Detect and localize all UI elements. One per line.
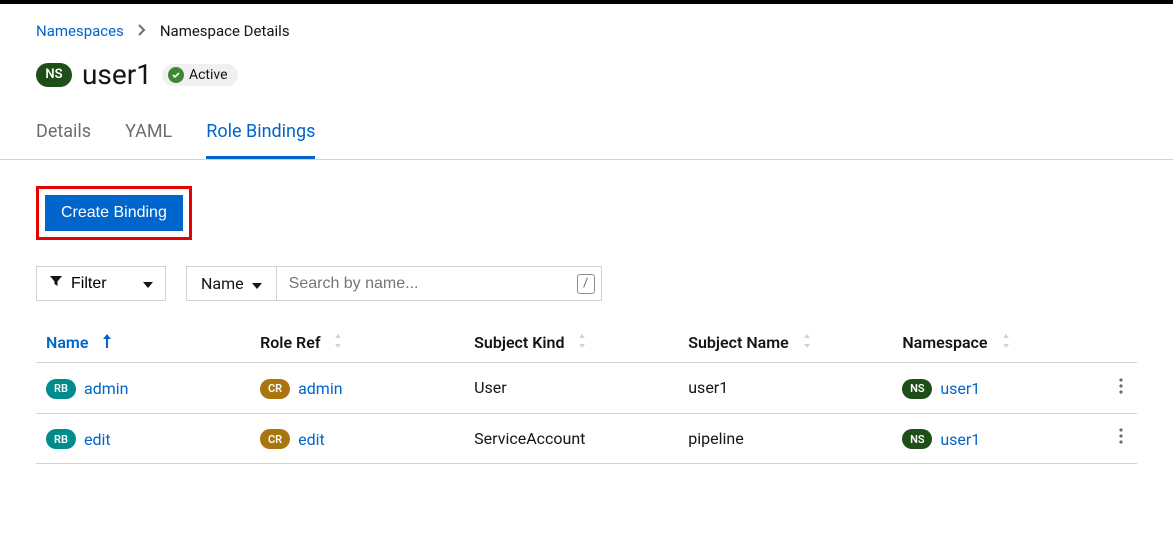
tabs: Details YAML Role Bindings <box>0 111 1173 160</box>
sort-icon <box>578 333 586 352</box>
column-label: Namespace <box>902 333 987 352</box>
namespace-link[interactable]: user1 <box>940 430 980 449</box>
column-header-subject-name[interactable]: Subject Name <box>678 321 892 363</box>
rolebinding-link[interactable]: admin <box>84 379 128 398</box>
namespace-badge: NS <box>36 63 72 87</box>
caret-down-icon <box>143 275 153 293</box>
tab-role-bindings[interactable]: Role Bindings <box>206 111 315 159</box>
kebab-menu-icon[interactable] <box>1119 429 1123 448</box>
filter-dropdown[interactable]: Filter <box>36 266 166 301</box>
search-group: Name / <box>186 266 602 301</box>
namespace-badge: NS <box>902 429 932 449</box>
subject-name-cell: user1 <box>678 363 892 414</box>
column-label: Name <box>46 333 88 352</box>
namespace-link[interactable]: user1 <box>940 379 980 398</box>
page-title: user1 <box>82 58 152 91</box>
tab-details[interactable]: Details <box>36 111 91 159</box>
tab-yaml[interactable]: YAML <box>125 111 172 159</box>
caret-down-icon <box>252 274 262 293</box>
column-header-namespace[interactable]: Namespace <box>892 321 1096 363</box>
subject-kind-cell: ServiceAccount <box>464 413 678 464</box>
create-binding-button[interactable]: Create Binding <box>45 195 183 231</box>
rolebinding-badge: RB <box>46 379 76 399</box>
status-badge: Active <box>162 64 238 86</box>
kebab-menu-icon[interactable] <box>1119 379 1123 398</box>
sort-icon <box>1002 333 1010 352</box>
filter-label: Filter <box>71 275 107 293</box>
search-type-label: Name <box>201 274 244 293</box>
search-type-dropdown[interactable]: Name <box>187 267 277 300</box>
column-header-actions <box>1096 321 1137 363</box>
column-label: Subject Name <box>688 333 789 352</box>
roleref-link[interactable]: edit <box>298 430 325 449</box>
table-row: RB edit CR edit ServiceAccount pipeline … <box>36 413 1137 464</box>
highlight-annotation: Create Binding <box>36 186 192 240</box>
filter-icon <box>49 274 63 293</box>
rolebinding-link[interactable]: edit <box>84 430 111 449</box>
chevron-right-icon <box>136 22 148 40</box>
clusterrole-badge: CR <box>260 379 290 399</box>
subject-kind-cell: User <box>464 363 678 414</box>
role-bindings-table: Name Role Ref Subject Kind <box>36 321 1137 464</box>
sort-asc-icon <box>102 333 112 352</box>
toolbar: Filter Name / <box>36 266 1137 301</box>
breadcrumb-current: Namespace Details <box>160 22 290 40</box>
check-circle-icon <box>168 67 184 83</box>
column-label: Role Ref <box>260 333 320 352</box>
search-input[interactable] <box>277 267 577 300</box>
breadcrumb-root-link[interactable]: Namespaces <box>36 22 124 40</box>
column-header-subject-kind[interactable]: Subject Kind <box>464 321 678 363</box>
roleref-link[interactable]: admin <box>298 379 342 398</box>
clusterrole-badge: CR <box>260 429 290 449</box>
sort-icon <box>803 333 811 352</box>
subject-name-cell: pipeline <box>678 413 892 464</box>
rolebinding-badge: RB <box>46 429 76 449</box>
sort-icon <box>334 333 342 352</box>
keyboard-shortcut-hint: / <box>577 274 595 294</box>
namespace-badge: NS <box>902 379 932 399</box>
column-header-roleref[interactable]: Role Ref <box>250 321 464 363</box>
status-text: Active <box>189 67 228 83</box>
table-row: RB admin CR admin User user1 NS user1 <box>36 363 1137 414</box>
breadcrumb: Namespaces Namespace Details <box>36 22 1137 40</box>
page-title-row: NS user1 Active <box>36 58 1137 91</box>
column-label: Subject Kind <box>474 333 564 352</box>
column-header-name[interactable]: Name <box>36 321 250 363</box>
